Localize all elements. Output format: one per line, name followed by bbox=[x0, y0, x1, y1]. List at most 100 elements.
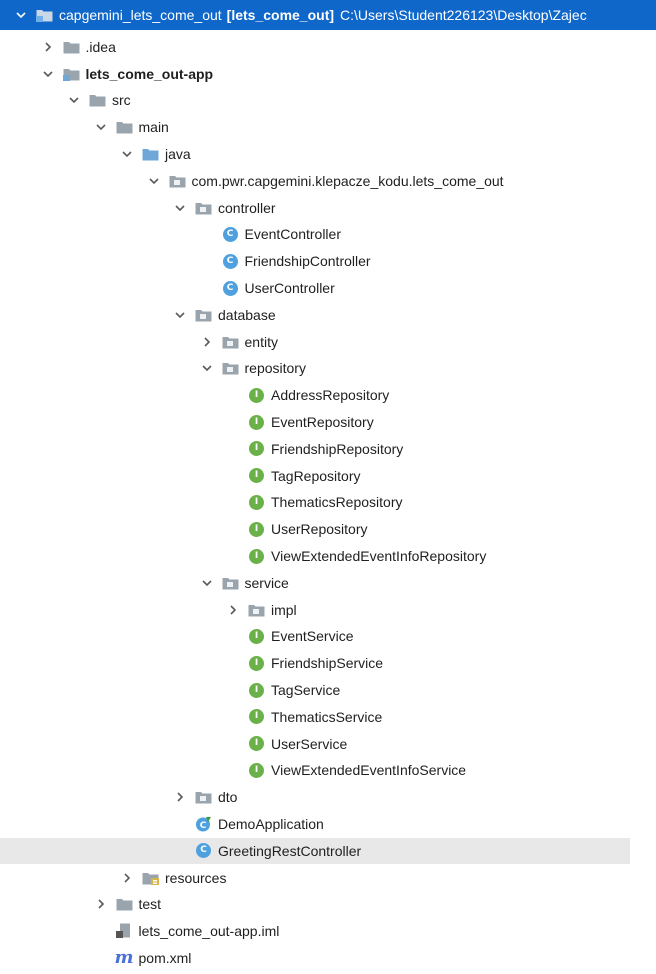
interface-icon: I bbox=[248, 414, 265, 430]
folder-icon bbox=[63, 39, 80, 55]
project-module-icon bbox=[36, 7, 53, 23]
tree-item-event-service[interactable]: I EventService bbox=[0, 623, 656, 649]
chevron-right-icon[interactable] bbox=[173, 790, 187, 804]
tree-item-view-extended-event-info-repository[interactable]: I ViewExtendedEventInfoRepository bbox=[0, 543, 656, 569]
tree-item-tag-repository[interactable]: I TagRepository bbox=[0, 463, 656, 489]
iml-file-icon bbox=[115, 923, 133, 939]
interface-icon: I bbox=[248, 494, 265, 510]
tree-item-label: java bbox=[165, 146, 191, 162]
interface-icon: I bbox=[248, 628, 265, 644]
package-icon bbox=[222, 360, 239, 376]
tree-item-src[interactable]: src bbox=[0, 87, 656, 113]
tree-item-label: capgemini_lets_come_out bbox=[59, 7, 222, 23]
chevron-down-icon[interactable] bbox=[94, 120, 108, 134]
class-icon: C bbox=[222, 226, 239, 242]
chevron-down-icon[interactable] bbox=[14, 8, 28, 22]
tree-item-label: impl bbox=[271, 601, 297, 618]
folder-icon bbox=[89, 92, 106, 108]
chevron-right-icon[interactable] bbox=[200, 335, 214, 349]
tree-item-root-package[interactable]: com.pwr.capgemini.klepacze_kodu.lets_com… bbox=[0, 168, 656, 194]
package-icon bbox=[169, 173, 186, 189]
chevron-right-icon[interactable] bbox=[226, 603, 240, 617]
folder-icon bbox=[116, 119, 133, 135]
tree-item-view-extended-event-info-service[interactable]: I ViewExtendedEventInfoService bbox=[0, 757, 656, 783]
tree-item-resources[interactable]: resources bbox=[0, 865, 656, 891]
tree-item-thematics-service[interactable]: I ThematicsService bbox=[0, 704, 656, 730]
tree-item-address-repository[interactable]: I AddressRepository bbox=[0, 382, 656, 408]
package-icon bbox=[248, 602, 265, 618]
tree-item-main[interactable]: main bbox=[0, 114, 656, 140]
chevron-down-icon[interactable] bbox=[173, 308, 187, 322]
tree-item-label: UserRepository bbox=[271, 521, 368, 538]
tree-item-pom-xml[interactable]: m pom.xml bbox=[0, 945, 656, 971]
tree-item-label: EventService bbox=[271, 628, 354, 645]
package-icon bbox=[222, 575, 239, 591]
chevron-down-icon[interactable] bbox=[147, 174, 161, 188]
tree-item-test[interactable]: test bbox=[0, 891, 656, 917]
chevron-down-icon[interactable] bbox=[67, 93, 81, 107]
tree-item-label: UserService bbox=[271, 735, 348, 752]
interface-icon: I bbox=[248, 441, 265, 457]
class-icon: C bbox=[222, 280, 239, 296]
tree-item-tag-service[interactable]: I TagService bbox=[0, 677, 656, 703]
tree-item-user-controller[interactable]: C UserController bbox=[0, 275, 656, 301]
tree-item-service[interactable]: service bbox=[0, 570, 656, 596]
tree-item-java[interactable]: java bbox=[0, 141, 656, 167]
tree-item-dto[interactable]: dto bbox=[0, 784, 656, 810]
tree-item-label: ThematicsService bbox=[271, 708, 383, 725]
tree-item-label: lets_come_out-app bbox=[85, 65, 214, 82]
tree-item-repository[interactable]: repository bbox=[0, 355, 656, 381]
tree-item-label: database bbox=[218, 306, 276, 323]
tree-item-event-repository[interactable]: I EventRepository bbox=[0, 409, 656, 435]
tree-item-lets-come-out-app[interactable]: lets_come_out-app bbox=[0, 61, 656, 87]
tree-item-label: service bbox=[244, 574, 289, 591]
interface-icon: I bbox=[248, 655, 265, 671]
interface-icon: I bbox=[248, 521, 265, 537]
resources-folder-icon bbox=[142, 870, 159, 886]
chevron-right-icon[interactable] bbox=[41, 40, 55, 54]
tree-item-label: main bbox=[138, 119, 169, 136]
tree-item-label: lets_come_out-app.iml bbox=[138, 923, 280, 940]
tree-item-user-repository[interactable]: I UserRepository bbox=[0, 516, 656, 542]
tree-item-label: TagRepository bbox=[271, 467, 361, 484]
interface-icon: I bbox=[248, 682, 265, 698]
tree-item-database[interactable]: database bbox=[0, 302, 656, 328]
project-tree: capgemini_lets_come_out [lets_come_out] C:… bbox=[0, 0, 656, 974]
tree-item-demo-application[interactable]: C DemoApplication bbox=[0, 811, 656, 837]
package-icon bbox=[222, 334, 239, 350]
chevron-down-icon[interactable] bbox=[41, 67, 55, 81]
tree-item-label: ViewExtendedEventInfoService bbox=[271, 762, 467, 779]
tree-item-thematics-repository[interactable]: I ThematicsRepository bbox=[0, 489, 656, 515]
chevron-right-icon[interactable] bbox=[120, 871, 134, 885]
tree-item-capgemini-lets-come-out[interactable]: capgemini_lets_come_out [lets_come_out] C:… bbox=[0, 0, 656, 30]
interface-icon: I bbox=[248, 548, 265, 564]
tree-item-label: FriendshipController bbox=[244, 253, 371, 270]
interface-icon: I bbox=[248, 762, 265, 778]
interface-icon: I bbox=[248, 736, 265, 752]
svg-text:C: C bbox=[200, 821, 207, 831]
tree-item-impl[interactable]: impl bbox=[0, 597, 656, 623]
tree-item-label: repository bbox=[244, 360, 306, 377]
tree-item-idea[interactable]: .idea bbox=[0, 34, 656, 60]
chevron-down-icon[interactable] bbox=[200, 361, 214, 375]
interface-icon: I bbox=[248, 709, 265, 725]
chevron-down-icon[interactable] bbox=[173, 201, 187, 215]
tree-item-greeting-rest-controller[interactable]: C GreetingRestController bbox=[0, 837, 630, 864]
chevron-down-icon[interactable] bbox=[200, 576, 214, 590]
tree-item-entity[interactable]: entity bbox=[0, 329, 656, 355]
tree-item-iml-file[interactable]: lets_come_out-app.iml bbox=[0, 918, 656, 944]
source-folder-icon bbox=[142, 146, 159, 162]
tree-item-friendship-controller[interactable]: C FriendshipController bbox=[0, 248, 656, 274]
tree-item-label: com.pwr.capgemini.klepacze_kodu.lets_com… bbox=[191, 172, 504, 189]
tree-item-event-controller[interactable]: C EventController bbox=[0, 221, 656, 247]
chevron-down-icon[interactable] bbox=[120, 147, 134, 161]
tree-item-friendship-service[interactable]: I FriendshipService bbox=[0, 650, 656, 676]
tree-item-user-service[interactable]: I UserService bbox=[0, 731, 656, 757]
maven-icon: m bbox=[114, 947, 134, 968]
tree-item-controller[interactable]: controller bbox=[0, 195, 656, 221]
class-icon: C bbox=[222, 253, 239, 269]
chevron-right-icon[interactable] bbox=[94, 897, 108, 911]
spring-class-icon: C bbox=[195, 816, 212, 832]
tree-item-friendship-repository[interactable]: I FriendshipRepository bbox=[0, 436, 656, 462]
package-icon bbox=[195, 789, 212, 805]
